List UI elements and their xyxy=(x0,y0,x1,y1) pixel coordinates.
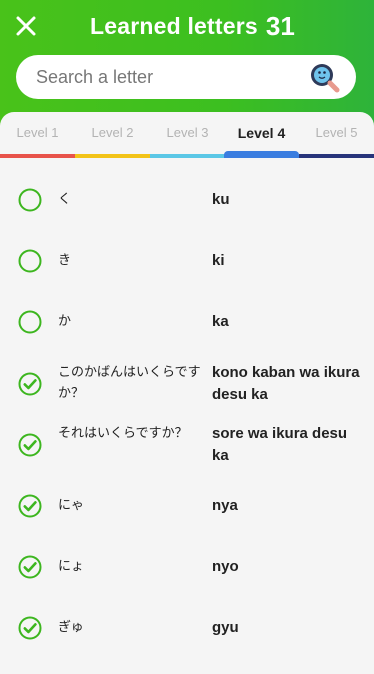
search-bar[interactable] xyxy=(16,55,356,99)
letter-row[interactable]: このかばんはいくらですか？ kono kaban wa ikura desu ka xyxy=(0,354,374,414)
tab-bar-level-5 xyxy=(299,154,374,158)
check-circle-icon[interactable] xyxy=(18,616,42,640)
letter-row[interactable]: か ka xyxy=(0,292,374,352)
tab-level-5[interactable]: Level 5 xyxy=(299,125,374,140)
level-tabs: Level 1 Level 2 Level 3 Level 4 Level 5 xyxy=(0,112,374,160)
tab-level-3[interactable]: Level 3 xyxy=(150,125,225,140)
learned-count: 31 xyxy=(265,10,295,41)
tab-bar-level-2 xyxy=(75,154,150,158)
check-circle-icon[interactable] xyxy=(18,433,42,457)
circle-outline-icon[interactable] xyxy=(18,310,42,334)
letter-row[interactable]: く ku xyxy=(0,170,374,230)
tab-bar-level-3 xyxy=(150,154,225,158)
letter-romaji: nyo xyxy=(212,558,239,575)
letter-row[interactable]: にゃ nya xyxy=(0,476,374,536)
tab-bar-level-1 xyxy=(0,154,75,158)
letter-romaji: kono kaban wa ikura desu ka xyxy=(212,364,360,403)
letter-kana: く xyxy=(58,192,72,207)
letter-kana: このかばんはいくらですか？ xyxy=(58,365,201,401)
search-magnifier-icon[interactable] xyxy=(308,61,342,95)
letter-row[interactable]: ぎゅ gyu xyxy=(0,598,374,658)
check-circle-icon[interactable] xyxy=(18,555,42,579)
letter-romaji: gyu xyxy=(212,619,239,636)
circle-outline-icon[interactable] xyxy=(18,188,42,212)
letter-row[interactable]: き ki xyxy=(0,231,374,291)
letter-row[interactable]: それはいくらですか？ sore wa ikura desu ka xyxy=(0,415,374,475)
search-input[interactable] xyxy=(34,65,298,89)
letter-romaji: sore wa ikura desu ka xyxy=(212,425,348,464)
letter-row[interactable]: にょ nyo xyxy=(0,537,374,597)
letter-romaji: ki xyxy=(212,252,225,269)
letter-kana: か xyxy=(58,314,72,329)
letters-panel: Level 1 Level 2 Level 3 Level 4 Level 5 … xyxy=(0,112,374,674)
circle-outline-icon[interactable] xyxy=(18,249,42,273)
letter-kana: にょ xyxy=(58,559,85,574)
letter-romaji: nya xyxy=(212,497,238,514)
close-icon xyxy=(16,16,36,36)
tab-bar-level-4 xyxy=(224,151,299,158)
tab-level-2[interactable]: Level 2 xyxy=(75,125,150,140)
tab-level-1[interactable]: Level 1 xyxy=(0,125,75,140)
letter-kana: それはいくらですか？ xyxy=(58,426,188,441)
tab-level-4[interactable]: Level 4 xyxy=(224,125,299,141)
letter-kana: き xyxy=(58,253,72,268)
check-circle-icon[interactable] xyxy=(18,494,42,518)
close-button[interactable] xyxy=(12,12,40,40)
page-title: Learned letters 31 xyxy=(90,10,295,42)
title-text: Learned letters xyxy=(90,12,258,39)
letter-kana: ぎゅ xyxy=(58,620,84,635)
letter-kana: にゃ xyxy=(58,498,85,513)
letter-romaji: ku xyxy=(212,191,230,208)
header: Learned letters 31 xyxy=(0,0,374,130)
letter-romaji: ka xyxy=(212,313,229,330)
check-circle-icon[interactable] xyxy=(18,372,42,396)
